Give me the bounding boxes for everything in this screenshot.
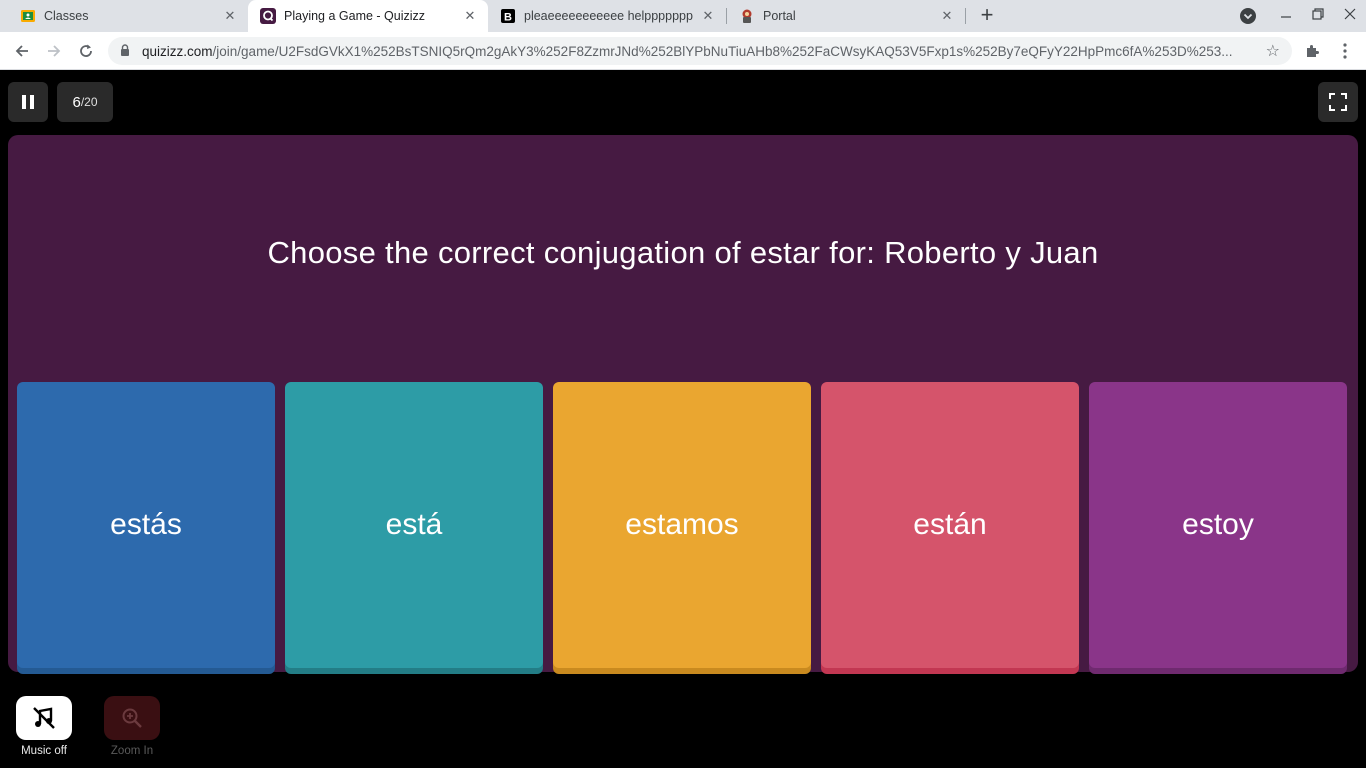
pause-button[interactable]: [8, 82, 48, 122]
tab-classes[interactable]: Classes ✕: [8, 0, 248, 32]
brainly-icon: B: [500, 8, 516, 24]
fullscreen-button[interactable]: [1318, 82, 1358, 122]
bookmark-star-icon[interactable]: ☆: [1266, 41, 1280, 61]
google-classroom-icon: [20, 8, 36, 24]
zoom-label: Zoom In: [110, 745, 154, 757]
browser-tab-strip: Classes ✕ Playing a Game - Quizizz ✕ B p…: [0, 0, 1366, 32]
tab-separator: [965, 8, 966, 24]
answer-option-2[interactable]: está: [285, 382, 543, 668]
tab-title: Portal: [763, 9, 796, 23]
menu-kebab-icon[interactable]: [1334, 40, 1356, 62]
forward-arrow-icon[interactable]: [43, 40, 65, 62]
url-text: quizizz.com/join/game/U2FsdGVkX1%252BsTS…: [142, 44, 1252, 59]
tab-title: Classes: [44, 9, 89, 23]
music-off-icon: [33, 707, 55, 729]
answer-label: estás: [110, 508, 182, 541]
fullscreen-icon: [1329, 93, 1347, 111]
browser-toolbar: quizizz.com/join/game/U2FsdGVkX1%252BsTS…: [0, 32, 1366, 70]
reload-icon[interactable]: [75, 40, 97, 62]
question-card: Choose the correct conjugation of estar …: [8, 135, 1358, 672]
url-path: /join/game/U2FsdGVkX1%252BsTSNIQ5rQm2gAk…: [212, 43, 1233, 59]
answer-options: estás está estamos están estoy: [17, 382, 1349, 668]
answer-option-4[interactable]: están: [821, 382, 1079, 668]
question-text: Choose the correct conjugation of estar …: [267, 235, 1099, 270]
question-current: 6: [72, 93, 81, 111]
question-counter: 6/20: [57, 82, 113, 122]
address-bar[interactable]: quizizz.com/join/game/U2FsdGVkX1%252BsTS…: [108, 37, 1292, 65]
answer-option-5[interactable]: estoy: [1089, 382, 1347, 668]
tab-brainly[interactable]: B pleaeeeeeeeeeee helppppppp - B ✕: [488, 0, 726, 32]
tab-title: pleaeeeeeeeeeee helppppppp - B: [524, 9, 694, 23]
zoom-in-icon: [122, 708, 142, 728]
pause-icon: [22, 95, 34, 109]
question-total: /20: [80, 95, 98, 109]
music-toggle-button[interactable]: [16, 696, 72, 740]
svg-text:B: B: [504, 12, 512, 24]
music-label: Music off: [21, 745, 67, 757]
window-close-icon[interactable]: [1340, 6, 1360, 26]
extensions-puzzle-icon[interactable]: [1301, 40, 1323, 62]
bottom-controls: Music off Zoom In: [0, 691, 1366, 768]
restore-icon[interactable]: [1308, 6, 1328, 26]
answer-label: estamos: [625, 508, 739, 541]
quizizz-icon: [260, 8, 276, 24]
tab-quizizz[interactable]: Playing a Game - Quizizz ✕: [248, 0, 488, 32]
answer-label: está: [385, 508, 443, 541]
minimize-icon[interactable]: [1276, 6, 1296, 26]
tab-title: Playing a Game - Quizizz: [284, 9, 426, 23]
url-host: quizizz.com: [142, 43, 213, 59]
close-icon[interactable]: ✕: [700, 8, 716, 24]
back-arrow-icon[interactable]: [11, 40, 33, 62]
answer-label: estoy: [1182, 508, 1254, 541]
quizizz-game-page: 6/20 Choose the correct conjugation of e…: [0, 71, 1366, 768]
close-icon[interactable]: ✕: [939, 8, 955, 24]
new-tab-button[interactable]: +: [976, 4, 998, 27]
close-icon[interactable]: ✕: [222, 8, 238, 24]
tab-search-icon[interactable]: [1238, 6, 1258, 26]
answer-label: están: [913, 508, 987, 541]
answer-option-3[interactable]: estamos: [553, 382, 811, 668]
answer-option-1[interactable]: estás: [17, 382, 275, 668]
tab-portal[interactable]: Portal ✕: [727, 0, 965, 32]
close-icon[interactable]: ✕: [462, 8, 478, 24]
zoom-in-button[interactable]: [104, 696, 160, 740]
portal-icon: [739, 8, 755, 24]
lock-icon: [120, 43, 134, 59]
